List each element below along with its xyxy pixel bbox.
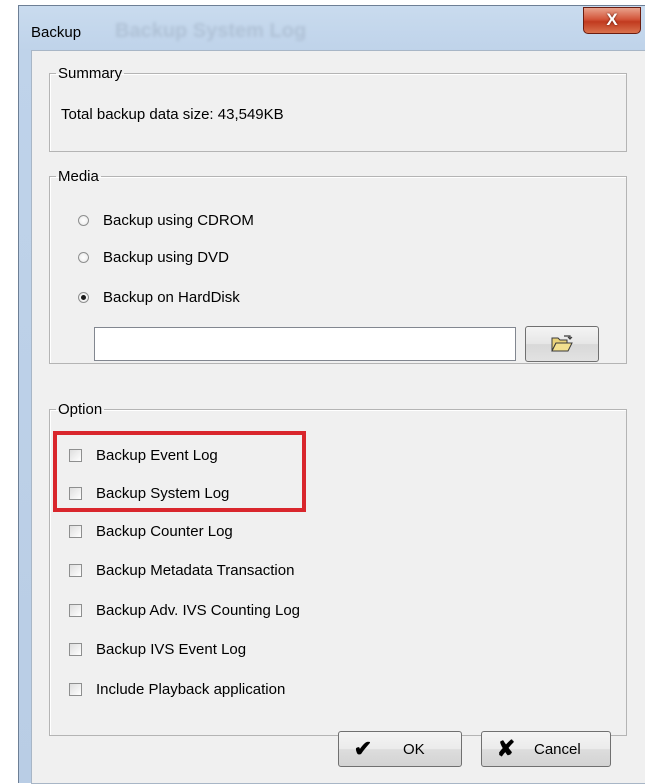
- backup-path-input[interactable]: [94, 327, 516, 361]
- background-window-title: Backup System Log: [115, 20, 307, 42]
- checkbox-include-playback-application[interactable]: Include Playback application: [69, 678, 285, 700]
- radio-backup-harddisk[interactable]: Backup on HardDisk: [78, 286, 240, 308]
- highlight-box: [53, 431, 306, 512]
- radio-button[interactable]: [78, 251, 89, 263]
- total-backup-size: Total backup data size: 43,549KB: [61, 106, 284, 123]
- checkbox[interactable]: [69, 563, 82, 577]
- media-legend: Media: [58, 168, 99, 185]
- radio-label: Backup using DVD: [103, 248, 229, 266]
- folder-open-icon: [551, 335, 573, 352]
- checkbox-backup-counter-log[interactable]: Backup Counter Log: [69, 520, 233, 542]
- checkbox-backup-ivs-event-log[interactable]: Backup IVS Event Log: [69, 638, 246, 660]
- radio-label: Backup using CDROM: [103, 211, 254, 229]
- radio-backup-dvd[interactable]: Backup using DVD: [78, 246, 229, 268]
- dialog-body: Summary Total backup data size: 43,549KB…: [31, 50, 645, 784]
- checkmark-icon: ✔: [353, 736, 373, 761]
- checkbox-label: Include Playback application: [96, 680, 286, 698]
- radio-button-selected[interactable]: [78, 291, 89, 303]
- cancel-label: Cancel: [534, 740, 581, 758]
- x-icon: ✘: [496, 736, 516, 761]
- summary-legend: Summary: [58, 65, 123, 82]
- browse-folder-button[interactable]: [525, 326, 599, 362]
- radio-backup-cdrom[interactable]: Backup using CDROM: [78, 209, 254, 231]
- checkbox-label: Backup Counter Log: [96, 522, 233, 540]
- checkbox[interactable]: [69, 682, 82, 696]
- close-icon: X: [606, 10, 618, 29]
- ok-label: OK: [403, 740, 425, 758]
- checkbox[interactable]: [69, 603, 82, 617]
- checkbox[interactable]: [69, 642, 82, 656]
- backup-dialog: Backup System Log Backup X Summary Total…: [18, 5, 645, 784]
- title-bar[interactable]: Backup System Log Backup X: [19, 6, 645, 50]
- window-title: Backup: [31, 24, 82, 41]
- checkbox-label: Backup Adv. IVS Counting Log: [96, 601, 301, 619]
- checkbox-backup-metadata-transaction[interactable]: Backup Metadata Transaction: [69, 559, 294, 581]
- radio-label: Backup on HardDisk: [103, 288, 240, 306]
- checkbox[interactable]: [69, 524, 82, 538]
- checkbox-label: Backup IVS Event Log: [96, 640, 247, 658]
- option-legend: Option: [58, 401, 103, 418]
- cancel-button[interactable]: ✘ Cancel: [481, 731, 611, 767]
- close-button[interactable]: X: [583, 7, 641, 34]
- checkbox-backup-adv-ivs-counting-log[interactable]: Backup Adv. IVS Counting Log: [69, 599, 300, 621]
- radio-button[interactable]: [78, 214, 89, 226]
- ok-button[interactable]: ✔ OK: [338, 731, 462, 767]
- checkbox-label: Backup Metadata Transaction: [96, 561, 295, 579]
